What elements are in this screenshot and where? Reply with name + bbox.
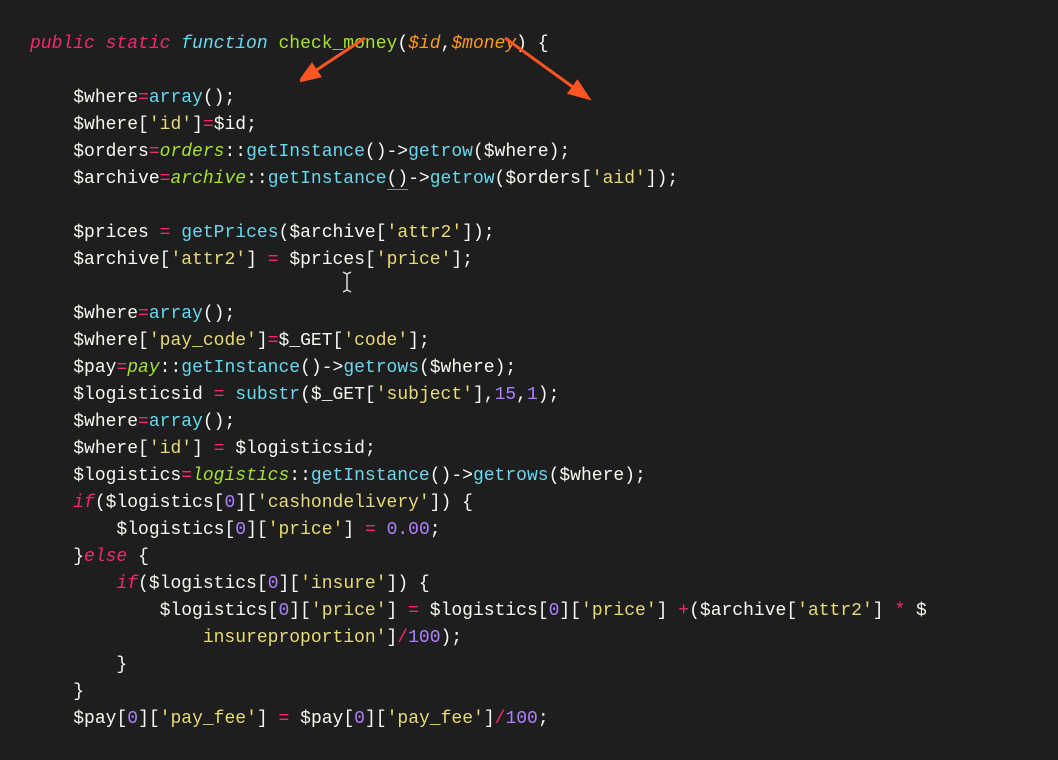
var-logistics: $logistics <box>160 601 268 621</box>
var-id: $id <box>214 115 246 135</box>
method-getInstance: getInstance <box>268 169 387 189</box>
var-pay: $pay <box>73 358 116 378</box>
str-attr2: 'attr2' <box>387 223 463 243</box>
class-orders: orders <box>160 142 225 162</box>
var-where: $where <box>73 412 138 432</box>
method-getInstance: getInstance <box>246 142 365 162</box>
method-getrows: getrows <box>343 358 419 378</box>
class-pay: pay <box>127 358 159 378</box>
keyword-if: if <box>73 493 95 513</box>
class-logistics: logistics <box>192 466 289 486</box>
method-getrows: getrows <box>473 466 549 486</box>
keyword-public: public <box>30 34 95 54</box>
var-archive: $archive <box>73 169 159 189</box>
var-where: $where <box>430 358 495 378</box>
str-insureproportion: insureproportion' <box>203 628 387 648</box>
str-price: 'price' <box>376 250 452 270</box>
keyword-function: function <box>181 34 267 54</box>
var-prices: $prices <box>73 223 149 243</box>
var-archive: $archive <box>289 223 375 243</box>
str-price: 'price' <box>581 601 657 621</box>
method-getrow: getrow <box>430 169 495 189</box>
num-0: 0 <box>549 601 560 621</box>
str-cashondelivery: 'cashondelivery' <box>257 493 430 513</box>
method-getInstance: getInstance <box>181 358 300 378</box>
code-editor[interactable]: public static function check_money($id,$… <box>0 0 1058 760</box>
var-get: $_GET <box>279 331 333 351</box>
str-subject: 'subject' <box>376 385 473 405</box>
str-price: 'price' <box>268 520 344 540</box>
num-0: 0 <box>235 520 246 540</box>
var-where: $where <box>73 304 138 324</box>
var-where: $where <box>559 466 624 486</box>
var-where: $where <box>73 331 138 351</box>
var-archive: $archive <box>700 601 786 621</box>
fn-array: array <box>149 304 203 324</box>
var-where: $where <box>73 439 138 459</box>
var-logisticsid: $logisticsid <box>235 439 365 459</box>
var-logisticsid: $logisticsid <box>73 385 203 405</box>
str-id: 'id' <box>149 439 192 459</box>
str-aid: 'aid' <box>592 169 646 189</box>
str-paycode: 'pay_code' <box>149 331 257 351</box>
num-100: 100 <box>408 628 440 648</box>
var-logistics: $logistics <box>116 520 224 540</box>
num-15: 15 <box>495 385 517 405</box>
method-getrow: getrow <box>408 142 473 162</box>
code-content[interactable]: public static function check_money($id,$… <box>30 31 1058 733</box>
fn-array: array <box>149 412 203 432</box>
var-logistics: $logistics <box>149 574 257 594</box>
num-0: 0 <box>127 709 138 729</box>
str-payfee: 'pay_fee' <box>160 709 257 729</box>
keyword-else: else <box>84 547 127 567</box>
var-get: $_GET <box>311 385 365 405</box>
str-attr2: 'attr2' <box>170 250 246 270</box>
str-insure: 'insure' <box>300 574 386 594</box>
num-0: 0 <box>224 493 235 513</box>
var-where: $where <box>73 88 138 108</box>
var-orders: $orders <box>505 169 581 189</box>
keyword-if: if <box>116 574 138 594</box>
str-id: 'id' <box>149 115 192 135</box>
function-name: check_money <box>278 34 397 54</box>
var-where: $where <box>484 142 549 162</box>
var-logistics: $logistics <box>106 493 214 513</box>
var-orders: $orders <box>73 142 149 162</box>
num-100: 100 <box>505 709 537 729</box>
num-0: 0 <box>268 574 279 594</box>
var-prices: $prices <box>289 250 365 270</box>
var-logistics: $logistics <box>430 601 538 621</box>
num-0: 0 <box>354 709 365 729</box>
num-0: 0 <box>278 601 289 621</box>
var-logistics: $logistics <box>73 466 181 486</box>
param-id: $id <box>408 34 440 54</box>
str-payfee: 'pay_fee' <box>387 709 484 729</box>
var-where: $where <box>73 115 138 135</box>
param-money: $money <box>451 34 516 54</box>
fn-array: array <box>149 88 203 108</box>
str-price: 'price' <box>311 601 387 621</box>
num-1: 1 <box>527 385 538 405</box>
fn-getPrices: getPrices <box>181 223 278 243</box>
num-000: 0.00 <box>387 520 430 540</box>
class-archive: archive <box>170 169 246 189</box>
str-attr2: 'attr2' <box>797 601 873 621</box>
keyword-static: static <box>106 34 171 54</box>
fn-substr: substr <box>235 385 300 405</box>
str-code: 'code' <box>343 331 408 351</box>
var-archive: $archive <box>73 250 159 270</box>
method-getInstance: getInstance <box>311 466 430 486</box>
